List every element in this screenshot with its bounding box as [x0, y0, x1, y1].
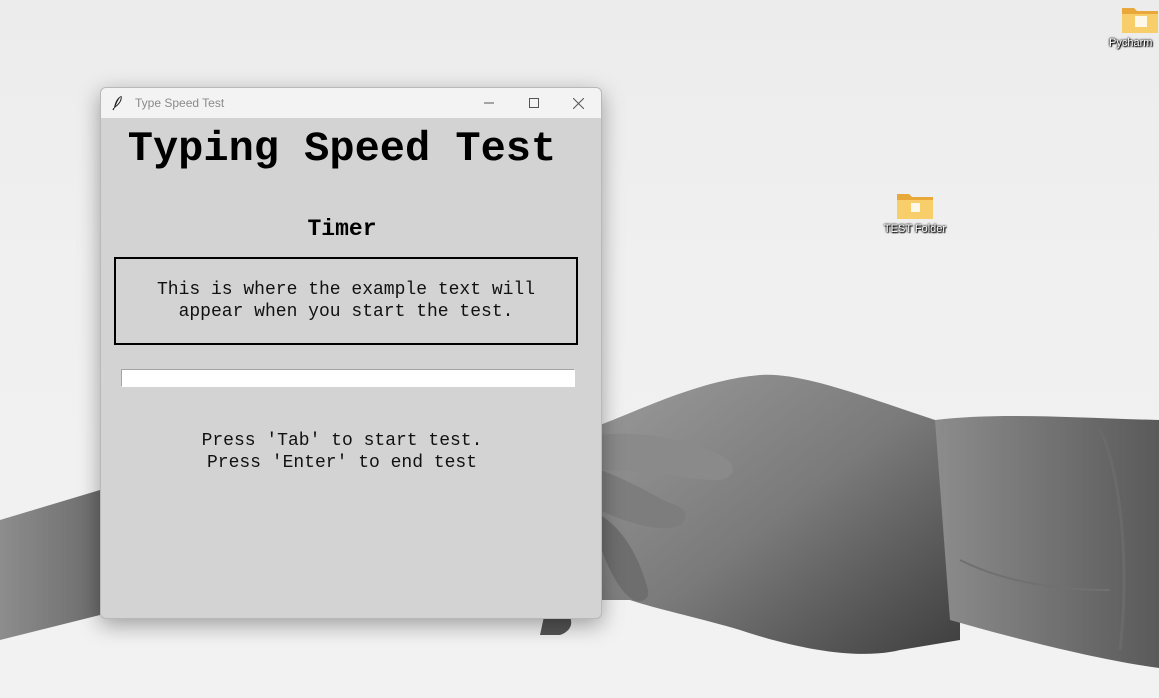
desktop-icon-label: Pycharm	[1109, 37, 1153, 49]
title-bar[interactable]: Type Speed Test	[101, 88, 601, 118]
folder-icon	[1121, 4, 1159, 34]
feather-icon	[112, 95, 122, 111]
example-text-box: This is where the example text will appe…	[114, 257, 578, 345]
page-title: Typing Speed Test	[127, 125, 557, 173]
folder-icon	[896, 190, 934, 220]
minimize-icon	[483, 102, 494, 104]
maximize-icon	[528, 98, 539, 108]
typing-input[interactable]	[121, 369, 575, 387]
desktop-icon-test-folder[interactable]: TEST Folder	[880, 190, 950, 235]
desktop-icon-label: TEST Folder	[883, 223, 947, 235]
maximize-button[interactable]	[511, 88, 556, 118]
window-title: Type Speed Test	[135, 96, 225, 110]
window-controls	[466, 88, 601, 118]
close-icon	[573, 97, 584, 109]
close-button[interactable]	[556, 88, 601, 118]
instructions: Press 'Tab' to start test. Press 'Enter'…	[101, 430, 601, 474]
instruction-end: Press 'Enter' to end test	[206, 453, 478, 473]
window-content: Typing Speed Test Timer This is where th…	[101, 118, 601, 618]
app-window: Type Speed Test Typing Speed Test Timer …	[100, 87, 602, 619]
desktop-icon-pycharm[interactable]: Pycharm	[1105, 4, 1159, 49]
timer-label: Timer	[307, 216, 377, 242]
instruction-start: Press 'Tab' to start test.	[201, 431, 483, 451]
minimize-button[interactable]	[466, 88, 511, 118]
example-text: This is where the example text will appe…	[156, 280, 536, 322]
